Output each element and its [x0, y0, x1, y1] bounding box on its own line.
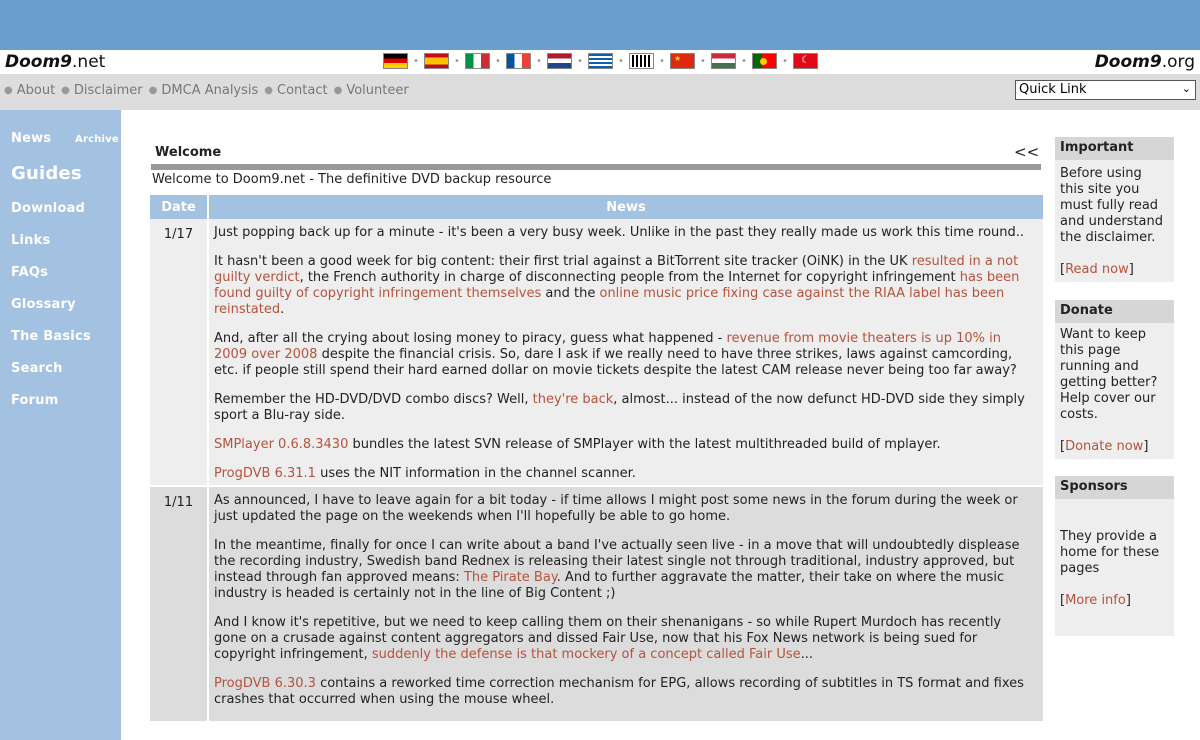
- news-link-fair-use[interactable]: suddenly the defense is that mockery of …: [372, 647, 801, 662]
- language-flags: • • • • • • • ★ • • • ☾: [383, 53, 818, 69]
- news-paragraph: ProgDVB 6.30.3 contains a reworked time …: [214, 676, 1024, 707]
- sidebar-item-glossary[interactable]: Glossary: [11, 297, 76, 312]
- flag-separator: •: [454, 55, 460, 67]
- flag-separator: •: [577, 55, 583, 67]
- donate-text: Want to keep this page running and getti…: [1060, 327, 1158, 422]
- sidebar-item-links[interactable]: Links: [11, 233, 50, 248]
- bullet-icon: ●: [148, 85, 158, 96]
- flag-separator: •: [413, 55, 419, 67]
- welcome-text: Welcome to Doom9.net - The definitive DV…: [152, 172, 552, 187]
- news-paragraph: It hasn't been a good week for big conte…: [214, 254, 1020, 317]
- bullet-icon: ●: [264, 85, 274, 96]
- news-link-progdvb-6311[interactable]: ProgDVB 6.31.1: [214, 466, 316, 481]
- menu-item-contact[interactable]: Contact: [277, 83, 328, 98]
- news-paragraph: ProgDVB 6.31.1 uses the NIT information …: [214, 466, 636, 481]
- table-row: 1/17 Just popping back up for a minute -…: [150, 219, 1043, 485]
- flag-separator: •: [741, 55, 747, 67]
- table-row: 1/11 As announced, I have to leave again…: [150, 485, 1043, 721]
- sponsors-body: They provide a home for these pages [Mor…: [1055, 499, 1174, 612]
- menu-item-about[interactable]: About: [17, 83, 55, 98]
- bullet-icon: ●: [4, 85, 13, 96]
- news-header-row: Date News: [150, 195, 1043, 219]
- sidebar-item-archive[interactable]: Archive: [75, 134, 119, 145]
- news-date: 1/11: [150, 485, 207, 721]
- quick-link-select[interactable]: Quick Link ⌄: [1015, 80, 1196, 100]
- news-paragraph: Remember the HD-DVD/DVD combo discs? Wel…: [214, 392, 1025, 423]
- welcome-title: Welcome: [155, 145, 222, 160]
- news-body: As announced, I have to leave again for …: [209, 485, 1043, 721]
- site-logo-net[interactable]: Doom9.net: [5, 52, 105, 72]
- news-link-smplayer[interactable]: SMPlayer 0.6.8.3430: [214, 437, 348, 452]
- flag-separator: •: [495, 55, 501, 67]
- flag-separator: •: [700, 55, 706, 67]
- sponsors-title: Sponsors: [1055, 476, 1174, 499]
- sidebar-item-forum[interactable]: Forum: [11, 393, 59, 408]
- donate-title: Donate: [1055, 300, 1174, 323]
- news-link-combo-discs[interactable]: they're back: [533, 392, 614, 407]
- chinese-flag[interactable]: ★: [670, 53, 695, 69]
- news-paragraph: In the meantime, finally for once I can …: [214, 538, 1020, 601]
- chevron-down-icon: ⌄: [1181, 82, 1191, 95]
- menu-item-disclaimer[interactable]: Disclaimer: [74, 83, 143, 98]
- news-paragraph: And, after all the crying about losing m…: [214, 331, 1017, 378]
- news-body: Just popping back up for a minute - it's…: [209, 219, 1043, 485]
- more-info-link[interactable]: More info: [1065, 593, 1126, 608]
- menu-item-volunteer[interactable]: Volunteer: [346, 83, 408, 98]
- portuguese-flag[interactable]: [752, 53, 777, 69]
- bullet-icon: ●: [333, 85, 343, 96]
- flag-separator: •: [618, 55, 624, 67]
- sidebar: News Archive Guides Download Links FAQs …: [0, 110, 121, 740]
- date-column-header: Date: [150, 195, 207, 219]
- news-column-header: News: [209, 195, 1043, 219]
- quick-link-value: Quick Link: [1019, 82, 1087, 97]
- top-banner: [0, 0, 1200, 50]
- spanish-flag[interactable]: [424, 53, 449, 69]
- important-title: Important: [1055, 137, 1174, 160]
- flag-separator: •: [659, 55, 665, 67]
- italian-flag[interactable]: [465, 53, 490, 69]
- important-box: Important Before using this site you mus…: [1055, 137, 1174, 282]
- sidebar-item-basics[interactable]: The Basics: [11, 329, 91, 344]
- flag-separator: •: [536, 55, 542, 67]
- bullet-icon: ●: [61, 85, 70, 96]
- important-link-wrap: [Read now]: [1060, 262, 1134, 277]
- donate-body: Want to keep this page running and getti…: [1055, 323, 1174, 458]
- donate-box: Donate Want to keep this page running an…: [1055, 300, 1174, 459]
- menu-item-dmca[interactable]: DMCA Analysis: [161, 83, 258, 98]
- news-paragraph: And I know it's repetitive, but we need …: [214, 615, 1002, 662]
- french-flag[interactable]: [506, 53, 531, 69]
- news-paragraph: Just popping back up for a minute - it's…: [214, 225, 1025, 240]
- news-table: Date News 1/17 Just popping back up for …: [148, 195, 1045, 721]
- sidebar-item-guides[interactable]: Guides: [11, 163, 82, 184]
- sidebar-item-download[interactable]: Download: [11, 201, 85, 216]
- sidebar-item-news[interactable]: News: [11, 131, 51, 146]
- sponsors-box: Sponsors They provide a home for these p…: [1055, 476, 1174, 636]
- sponsors-link-wrap: [More info]: [1060, 593, 1131, 608]
- donate-now-link[interactable]: Donate now: [1065, 439, 1143, 454]
- important-text: Before using this site you must fully re…: [1060, 166, 1163, 245]
- german-flag[interactable]: [383, 53, 408, 69]
- important-body: Before using this site you must fully re…: [1055, 160, 1174, 281]
- news-link-pirate-bay[interactable]: The Pirate Bay: [464, 570, 557, 585]
- top-menu: ● About ● Disclaimer ● DMCA Analysis ● Conta…: [4, 83, 415, 98]
- site-logo-org[interactable]: Doom9.org: [1095, 52, 1195, 72]
- donate-link-wrap: [Donate now]: [1060, 439, 1149, 454]
- logo-bar: Doom9.net • • • • • • • ★ • • • ☾ Doom9.…: [0, 50, 1200, 75]
- hungarian-flag[interactable]: [711, 53, 736, 69]
- dutch-flag[interactable]: [547, 53, 572, 69]
- collapse-button[interactable]: <<: [1014, 143, 1039, 161]
- welcome-divider: [151, 164, 1041, 170]
- flag-separator: •: [782, 55, 788, 67]
- news-date: 1/17: [150, 219, 207, 485]
- read-now-link[interactable]: Read now: [1065, 262, 1129, 277]
- japanese-flag[interactable]: [629, 53, 654, 69]
- turkish-flag[interactable]: ☾: [793, 53, 818, 69]
- sponsors-text: They provide a home for these pages: [1060, 529, 1160, 576]
- news-paragraph: SMPlayer 0.6.8.3430 bundles the latest S…: [214, 437, 941, 452]
- news-paragraph: As announced, I have to leave again for …: [214, 493, 1018, 524]
- greek-flag[interactable]: [588, 53, 613, 69]
- sidebar-item-faqs[interactable]: FAQs: [11, 265, 48, 280]
- sidebar-item-search[interactable]: Search: [11, 361, 63, 376]
- news-link-progdvb-6303[interactable]: ProgDVB 6.30.3: [214, 676, 316, 691]
